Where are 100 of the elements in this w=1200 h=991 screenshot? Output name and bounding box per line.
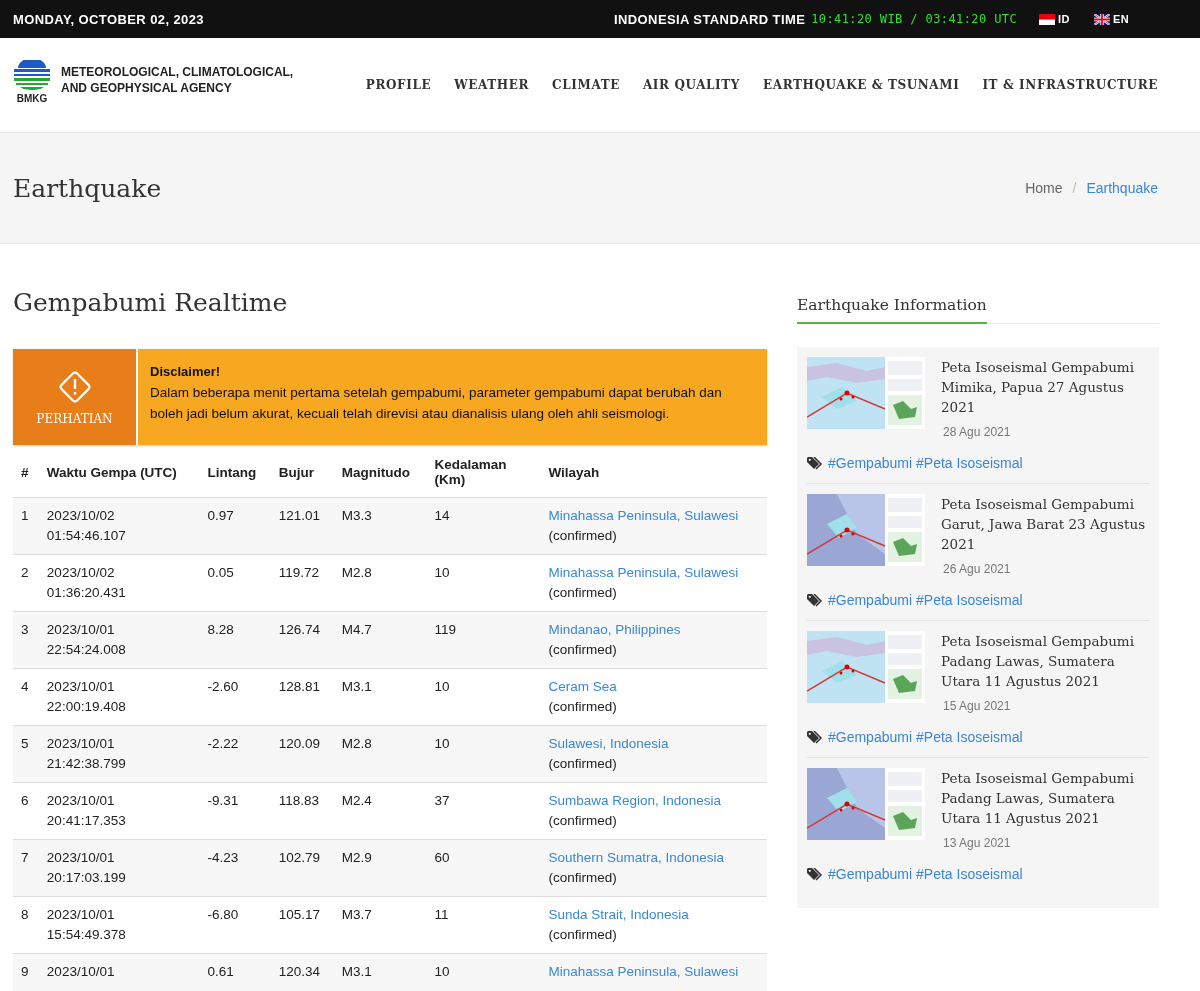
post-title-link[interactable]: Peta Isoseismal Gempabumi Garut, Jawa Barat 23 Agustus 2021	[941, 494, 1149, 554]
table-cell: 10	[426, 725, 541, 783]
table-cell: M3.1	[333, 953, 427, 991]
clock-text: 10:41:20 WIB / 03:41:20 UTC	[811, 12, 1018, 26]
table-cell: 121.01	[270, 497, 334, 555]
tag-link[interactable]: #Gempabumi	[828, 592, 913, 608]
region-link[interactable]: Southern Sumatra, Indonesia	[548, 850, 725, 865]
table-cell: M2.8	[333, 554, 427, 612]
region-link[interactable]: Sulawesi, Indonesia	[548, 736, 669, 751]
table-cell: -2.22	[199, 725, 271, 783]
table-cell: M2.8	[333, 725, 427, 783]
table-cell: 2023/10/01 22:54:24.008	[38, 611, 200, 669]
nav-link[interactable]: EARTHQUAKE & TSUNAMI	[763, 78, 960, 92]
tag-link[interactable]: #Peta Isoseismal	[916, 592, 1023, 608]
table-cell: 119.72	[270, 554, 334, 612]
column-header: Wilayah	[540, 447, 767, 498]
table-cell: 126.74	[270, 611, 334, 669]
status-text: (confirmed)	[548, 870, 617, 885]
tag-link[interactable]: #Gempabumi	[828, 455, 913, 471]
status-text: (confirmed)	[548, 642, 617, 657]
sidebar-title: Earthquake Information	[797, 296, 987, 324]
table-cell: M3.7	[333, 896, 427, 954]
column-header: #	[13, 447, 39, 498]
table-cell: -4.23	[199, 839, 271, 897]
tags-icon	[807, 456, 824, 470]
post-title-link[interactable]: Peta Isoseismal Gempabumi Mimika, Papua 27 Agustus 2021	[941, 357, 1149, 417]
tag-link[interactable]: #Peta Isoseismal	[916, 729, 1023, 745]
region-link[interactable]: Mindanao, Philippines	[548, 622, 681, 637]
table-cell: 8	[13, 896, 39, 954]
table-cell: M3.3	[333, 497, 427, 555]
agency-name[interactable]: METEOROLOGICAL, CLIMATOLOGICAL, AND GEOPHYSICAL AGENCY	[61, 64, 311, 96]
table-cell: 120.09	[270, 725, 334, 783]
table-cell: 3	[13, 611, 39, 669]
table-cell: 102.79	[270, 839, 334, 897]
table-cell: 2023/10/01 20:17:03.199	[38, 839, 200, 897]
region-link[interactable]: Minahassa Peninsula, Sulawesi	[548, 508, 739, 523]
column-header: Lintang	[199, 447, 271, 498]
table-cell: 10	[426, 554, 541, 612]
table-cell: 118.83	[270, 782, 334, 840]
breadcrumb-link[interactable]: Home	[1025, 180, 1063, 196]
table-cell: 5	[13, 725, 39, 783]
status-text: (confirmed)	[548, 927, 617, 942]
nav-link[interactable]: WEATHER	[454, 78, 530, 92]
time-zone-label: INDONESIA STANDARD TIME	[614, 11, 806, 27]
region-link[interactable]: Sumbawa Region, Indonesia	[548, 793, 722, 808]
language-link[interactable]: EN	[1093, 13, 1129, 25]
column-header: Magnitudo	[333, 447, 427, 498]
tag-link[interactable]: #Peta Isoseismal	[916, 455, 1023, 471]
region-link[interactable]: Sunda Strait, Indonesia	[548, 907, 689, 922]
region-link[interactable]: Ceram Sea	[548, 679, 617, 694]
table-cell: 0.97	[199, 497, 271, 555]
table-cell: 1	[13, 497, 39, 555]
post-date: 15 Agu 2021	[943, 699, 1012, 713]
table-cell: 0.61	[199, 953, 271, 991]
flag-icon	[1093, 13, 1110, 25]
table-cell: 9	[13, 953, 39, 991]
page-title: Earthquake	[13, 173, 162, 203]
language-link[interactable]: ID	[1039, 13, 1070, 25]
nav-link[interactable]: CLIMATE	[552, 78, 620, 92]
breadcrumb-link[interactable]: Earthquake	[1086, 180, 1158, 196]
alert-text: Dalam beberapa menit pertama setelah gempabumi, parameter gempabumi dapat berubah dan boleh jadi belum akurat, kecuali telah direvisi atau dianalisis ulang oleh ahli seismologi.	[150, 384, 723, 423]
table-cell: M2.4	[333, 782, 427, 840]
table-cell: 2	[13, 554, 39, 612]
table-cell: 6	[13, 782, 39, 840]
table-cell: 10	[426, 953, 541, 991]
table-cell: 120.34	[270, 953, 334, 991]
post-title-link[interactable]: Peta Isoseismal Gempabumi Padang Lawas, Sumatera Utara 11 Agustus 2021	[941, 631, 1149, 691]
status-text: (confirmed)	[548, 813, 617, 828]
table-cell: 2023/10/01 20:41:17.353	[38, 782, 200, 840]
region-link[interactable]: Minahassa Peninsula, Sulawesi	[548, 565, 739, 580]
table-cell: -9.31	[199, 782, 271, 840]
table-cell: 119	[426, 611, 541, 669]
table-cell: 2023/10/02 01:36:20.431	[38, 554, 200, 612]
table-cell: 128.81	[270, 668, 334, 726]
alert-title: Disclaimer!	[150, 363, 222, 381]
table-cell: 7	[13, 839, 39, 897]
post-title-link[interactable]: Peta Isoseismal Gempabumi Padang Lawas, Sumatera Utara 11 Agustus 2021	[941, 768, 1149, 828]
column-header: Kedalaman (Km)	[426, 447, 541, 498]
flag-icon	[1039, 13, 1056, 25]
nav-link[interactable]: IT & INFRASTRUCTURE	[982, 78, 1158, 92]
table-cell: 60	[426, 839, 541, 897]
nav-link[interactable]: AIR QUALITY	[642, 78, 740, 92]
table-cell: M3.1	[333, 668, 427, 726]
table-cell: -6.80	[199, 896, 271, 954]
nav-link[interactable]: PROFILE	[365, 78, 432, 92]
table-cell: M2.9	[333, 839, 427, 897]
alert-label: PERHATIAN	[36, 412, 113, 426]
table-cell: 11	[426, 896, 541, 954]
status-text: (confirmed)	[548, 699, 617, 714]
tag-link[interactable]: #Gempabumi	[828, 866, 913, 882]
tag-link[interactable]: #Gempabumi	[828, 729, 913, 745]
table-cell: 14	[426, 497, 541, 555]
status-text: (confirmed)	[548, 585, 617, 600]
tag-link[interactable]: #Peta Isoseismal	[916, 866, 1023, 882]
tags-icon	[807, 730, 824, 744]
table-cell: -2.60	[199, 668, 271, 726]
date-text: MONDAY, OCTOBER 02, 2023	[13, 11, 204, 27]
logo-icon	[12, 60, 52, 92]
table-cell: M4.7	[333, 611, 427, 669]
table-cell: 0.05	[199, 554, 271, 612]
